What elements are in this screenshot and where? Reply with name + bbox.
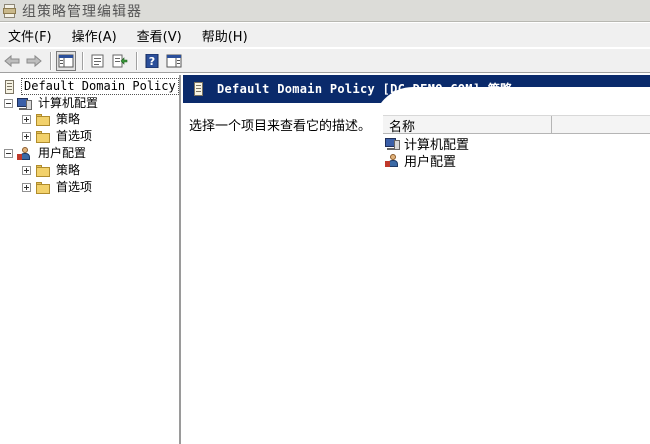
policy-icon [2, 79, 18, 94]
show-hide-console-tree-icon [58, 54, 74, 67]
window-title: 组策略管理编辑器 [22, 3, 142, 20]
folder-icon [35, 113, 51, 127]
toolbar-separator [82, 51, 84, 70]
tree-item-label: 首选项 [56, 129, 93, 143]
expand-toggle[interactable] [22, 166, 31, 175]
show-action-pane-button[interactable] [164, 51, 184, 71]
user-icon [17, 146, 33, 161]
tree-item-label: 策略 [56, 163, 81, 177]
menu-bar: 文件(F) 操作(A) 查看(V) 帮助(H) [0, 23, 650, 47]
expand-toggle[interactable] [22, 115, 31, 124]
show-action-pane-icon [166, 54, 182, 67]
computer-icon [17, 97, 33, 111]
description-text: 选择一个项目来查看它的描述。 [189, 119, 372, 134]
properties-button[interactable] [88, 51, 108, 71]
policy-icon [191, 82, 207, 96]
help-button[interactable]: ? [142, 51, 162, 71]
tree-item-label: Default Domain Policy [21, 78, 179, 95]
tree-item-computer-policies[interactable]: 策略 [22, 111, 82, 128]
folder-icon [35, 164, 51, 178]
details-title: Default Domain Policy [DC.DEMO.COM] 策略 [217, 81, 513, 96]
tree-item-label: 首选项 [56, 180, 93, 194]
tree-item-label: 计算机配置 [38, 96, 99, 110]
export-list-icon [112, 54, 128, 67]
svg-text:?: ? [149, 55, 155, 68]
title-bar: 组策略管理编辑器 [0, 0, 650, 22]
tree-item-computer-preferences[interactable]: 首选项 [22, 128, 94, 145]
toolbar-separator [50, 51, 52, 70]
folder-icon [35, 181, 51, 195]
details-pane: Default Domain Policy [DC.DEMO.COM] 策略 选… [183, 75, 650, 444]
export-list-button[interactable] [110, 51, 130, 71]
tree-item-label: 策略 [56, 112, 81, 126]
items-list: 名称 计算机配置 用户配置 [383, 115, 650, 444]
tree-item-user-preferences[interactable]: 首选项 [22, 179, 94, 196]
group-policy-app-icon [3, 3, 17, 18]
menu-action[interactable]: 操作(A) [70, 24, 119, 47]
show-hide-console-tree-button[interactable] [56, 50, 76, 71]
help-icon: ? [145, 53, 159, 68]
tree-item-default-domain-policy[interactable]: Default Domain Policy [2, 78, 179, 95]
console-tree: Default Domain Policy 计算机配置 策略 首选项 用户配置 … [0, 75, 181, 444]
forward-arrow-icon [26, 54, 42, 67]
column-header-label: 名称 [389, 119, 416, 135]
properties-icon [91, 54, 104, 67]
menu-help[interactable]: 帮助(H) [200, 24, 250, 47]
expand-toggle[interactable] [22, 132, 31, 141]
details-header: Default Domain Policy [DC.DEMO.COM] 策略 [183, 75, 650, 103]
list-item-label: 用户配置 [404, 155, 457, 170]
toolbar-separator [136, 51, 138, 70]
toolbar: ? [0, 48, 650, 73]
tree-item-user-policies[interactable]: 策略 [22, 162, 82, 179]
tree-item-user-config[interactable]: 用户配置 [4, 145, 88, 162]
list-item-user-config[interactable]: 用户配置 [385, 152, 457, 170]
list-header: 名称 [383, 115, 650, 135]
menu-file[interactable]: 文件(F) [6, 24, 54, 47]
computer-icon [385, 137, 401, 151]
collapse-toggle[interactable] [4, 99, 13, 108]
tree-item-label: 用户配置 [38, 146, 87, 160]
column-header-name[interactable]: 名称 [383, 116, 552, 135]
user-icon [385, 153, 401, 168]
menu-view[interactable]: 查看(V) [135, 24, 184, 47]
forward-button[interactable] [24, 51, 44, 71]
list-item-computer-config[interactable]: 计算机配置 [385, 135, 469, 153]
back-button[interactable] [2, 51, 22, 71]
collapse-toggle[interactable] [4, 149, 13, 158]
tree-item-computer-config[interactable]: 计算机配置 [4, 95, 100, 112]
back-arrow-icon [4, 54, 20, 67]
folder-icon [35, 130, 51, 144]
expand-toggle[interactable] [22, 183, 31, 192]
